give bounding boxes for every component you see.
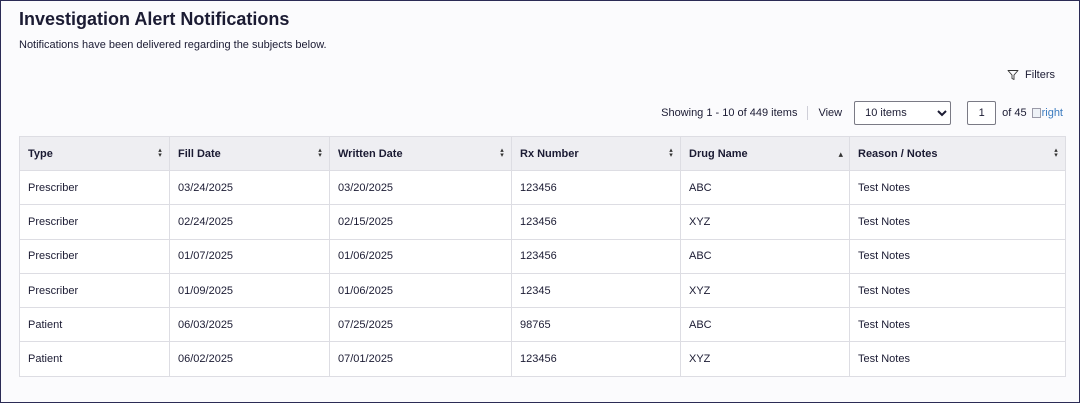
cell-reason-notes: Test Notes [849, 169, 1066, 206]
cell-written-date: 01/06/2025 [329, 238, 512, 274]
cell-drug-name: XYZ [680, 272, 850, 309]
cell-type: Patient [19, 341, 170, 377]
alerts-table: Type ▴▾ Fill Date ▴▾ Written Date ▴▾ Rx Num… [19, 136, 1066, 377]
cell-drug-name: ABC [680, 169, 850, 206]
column-header-fill-date[interactable]: Fill Date ▴▾ [169, 136, 330, 171]
pager-divider [807, 106, 809, 120]
cell-type: Prescriber [19, 272, 170, 309]
page-subtitle: Notifications have been delivered regard… [19, 39, 327, 51]
cell-written-date: 02/15/2025 [329, 204, 512, 240]
sort-icon: ▴▾ [667, 146, 674, 156]
cell-rx-number: 123456 [511, 204, 681, 240]
page-title: Investigation Alert Notifications [19, 9, 290, 29]
cell-reason-notes: Test Notes [849, 204, 1066, 240]
cell-rx-number: 123456 [511, 341, 681, 377]
table-row[interactable]: Prescriber 02/24/2025 02/15/2025 123456 … [19, 204, 1066, 240]
page-frame: Investigation Alert Notifications Notifi… [0, 0, 1080, 403]
view-label: View [818, 107, 843, 119]
table-row[interactable]: Patient 06/02/2025 07/01/2025 123456 XYZ… [19, 341, 1066, 377]
cell-rx-number: 123456 [511, 169, 681, 206]
column-header-rx-number[interactable]: Rx Number ▴▾ [511, 136, 681, 171]
table-row[interactable]: Prescriber 01/07/2025 01/06/2025 123456 … [19, 238, 1066, 274]
cell-drug-name: XYZ [680, 341, 850, 377]
sort-icon: ▴▾ [498, 146, 505, 156]
cell-written-date: 03/20/2025 [329, 169, 512, 206]
cell-rx-number: 123456 [511, 238, 681, 274]
cell-fill-date: 01/07/2025 [169, 238, 330, 274]
cell-reason-notes: Test Notes [849, 307, 1066, 343]
filters-button[interactable]: Filters [1007, 69, 1055, 81]
cell-reason-notes: Test Notes [849, 272, 1066, 309]
cell-rx-number: 98765 [511, 307, 681, 343]
table-row[interactable]: Prescriber 03/24/2025 03/20/2025 123456 … [19, 169, 1066, 206]
column-header-written-date[interactable]: Written Date ▴▾ [329, 136, 512, 171]
pagination-bar: Showing 1 - 10 of 449 items View 10 item… [661, 101, 1063, 125]
table-row[interactable]: Prescriber 01/09/2025 01/06/2025 12345 X… [19, 272, 1066, 309]
column-header-reason-notes[interactable]: Reason / Notes ▴▾ [849, 136, 1066, 171]
cell-written-date: 07/01/2025 [329, 341, 512, 377]
cell-fill-date: 06/03/2025 [169, 307, 330, 343]
page-total: of 45 [1002, 107, 1027, 119]
broken-image-icon [1031, 108, 1041, 118]
column-header-type[interactable]: Type ▴▾ [19, 136, 170, 171]
cell-drug-name: XYZ [680, 204, 850, 240]
next-page-alt-text: right [1041, 107, 1063, 119]
cell-reason-notes: Test Notes [849, 341, 1066, 377]
sort-up-icon: ▴ [838, 149, 843, 159]
cell-fill-date: 06/02/2025 [169, 341, 330, 377]
sort-icon: ▴▾ [316, 146, 323, 156]
table-row[interactable]: Patient 06/03/2025 07/25/2025 98765 ABC … [19, 307, 1066, 343]
cell-written-date: 07/25/2025 [329, 307, 512, 343]
page-number-input[interactable] [967, 101, 997, 125]
cell-drug-name: ABC [680, 238, 850, 274]
cell-type: Prescriber [19, 238, 170, 274]
cell-type: Patient [19, 307, 170, 343]
column-header-drug-name[interactable]: Drug Name ▴ [680, 136, 850, 171]
cell-fill-date: 01/09/2025 [169, 272, 330, 309]
cell-type: Prescriber [19, 204, 170, 240]
cell-rx-number: 12345 [511, 272, 681, 309]
table-header-row: Type ▴▾ Fill Date ▴▾ Written Date ▴▾ Rx Num… [19, 136, 1066, 171]
cell-reason-notes: Test Notes [849, 238, 1066, 274]
cell-drug-name: ABC [680, 307, 850, 343]
next-page-button[interactable]: right [1031, 107, 1063, 119]
filter-icon [1007, 69, 1019, 81]
cell-type: Prescriber [19, 169, 170, 206]
showing-count: Showing 1 - 10 of 449 items [661, 107, 798, 119]
items-per-page-select[interactable]: 10 items [854, 101, 952, 125]
cell-fill-date: 03/24/2025 [169, 169, 330, 206]
filters-label: Filters [1025, 69, 1055, 81]
sort-icon: ▴▾ [1052, 146, 1059, 156]
cell-written-date: 01/06/2025 [329, 272, 512, 309]
sort-icon: ▴▾ [156, 146, 163, 156]
cell-fill-date: 02/24/2025 [169, 204, 330, 240]
